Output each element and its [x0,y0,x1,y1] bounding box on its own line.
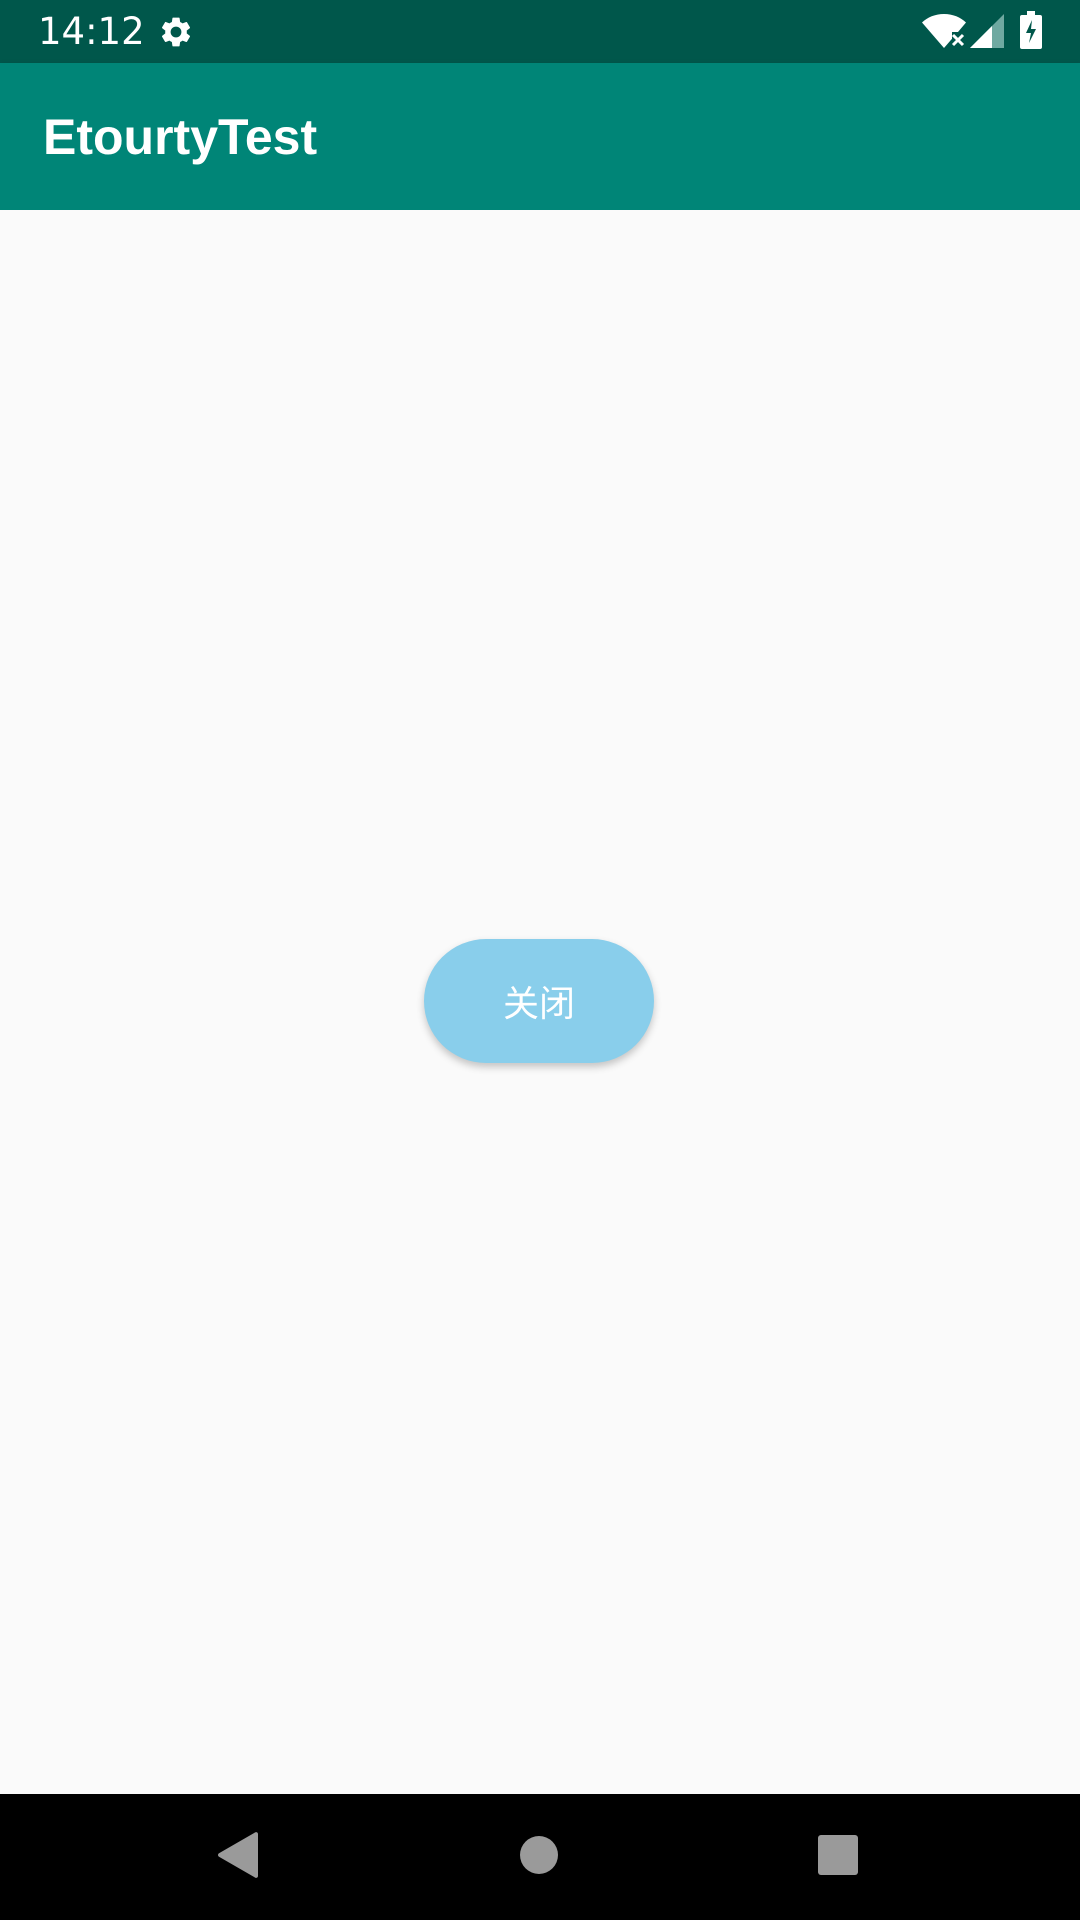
back-button[interactable] [178,1794,298,1920]
status-bar: 14:12 [0,0,1080,63]
wifi-off-icon [922,14,966,53]
recents-icon [818,1834,858,1880]
battery-charging-icon [1020,11,1042,54]
main-content: 关闭 [0,210,1080,1794]
home-icon [520,1835,558,1879]
home-button[interactable] [479,1794,599,1920]
app-title: EtourtyTest [43,109,318,165]
navigation-bar [0,1794,1080,1920]
app-bar: EtourtyTest [0,63,1080,210]
back-icon [217,1831,259,1883]
gear-icon [158,14,194,55]
close-button[interactable]: 关闭 [424,939,654,1063]
recents-button[interactable] [778,1794,898,1920]
cell-signal-icon [970,14,1004,53]
status-time: 14:12 [38,10,145,53]
